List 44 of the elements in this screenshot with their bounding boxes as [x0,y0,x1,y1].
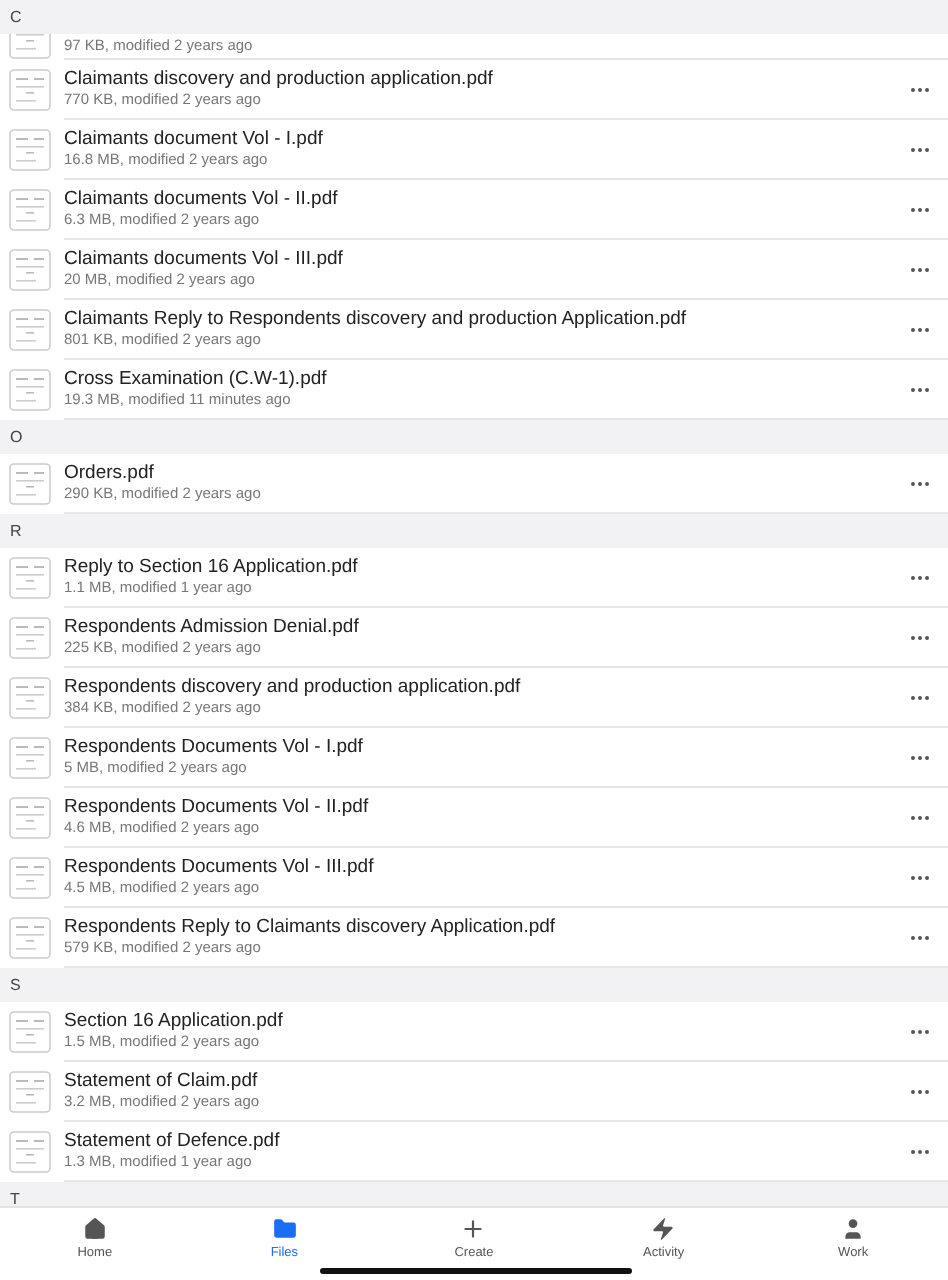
pdf-thumbnail-icon [8,188,52,232]
pdf-thumbnail-icon [8,556,52,600]
section-header: T [0,1182,948,1206]
file-name: Statement of Defence.pdf [64,1130,282,1152]
section-header: C [0,0,948,34]
pdf-thumbnail-icon [8,308,52,352]
pdf-thumbnail-icon [8,676,52,720]
file-name: Respondents Reply to Claimants discovery Application.pdf [64,916,558,938]
pdf-thumbnail-icon [8,248,52,292]
pdf-thumbnail-icon [8,856,52,900]
pdf-thumbnail-icon [8,368,52,412]
file-name: Orders.pdf [64,462,156,484]
file-name: Respondents Documents Vol - III.pdf [64,856,376,878]
file-name: Claimants document Vol - I.pdf [64,128,325,150]
file-name: Respondents Documents Vol - II.pdf [64,796,371,818]
file-name: Cross Examination (C.W-1).pdf [64,368,329,390]
pdf-thumbnail-icon [8,68,52,112]
pdf-thumbnail-icon [8,1010,52,1054]
pdf-thumbnail-icon [8,1130,52,1174]
pdf-thumbnail-icon [8,916,52,960]
folder-icon [271,1216,298,1242]
pdf-thumbnail-icon [8,796,52,840]
file-name: Claimants documents Vol - III.pdf [64,248,345,270]
pdf-thumbnail-icon [8,616,52,660]
pdf-thumbnail-icon [8,1070,52,1114]
home-icon [81,1216,108,1242]
file-name: Reply to Section 16 Application.pdf [64,556,360,578]
pdf-thumbnail-icon [8,736,52,780]
lightning-icon [650,1216,677,1242]
section-header: O [0,420,948,454]
section-header: R [0,514,948,548]
pdf-thumbnail-icon [8,462,52,506]
file-name: Statement of Claim.pdf [64,1070,260,1092]
section-header: S [0,968,948,1002]
file-name: Claimants Reply to Respondents discovery and production Application.pdf [64,308,689,330]
file-name: Section 16 Application.pdf [64,1010,285,1032]
file-name: Respondents Admission Denial.pdf [64,616,361,638]
plus-icon [460,1216,487,1242]
pdf-thumbnail-icon [8,128,52,172]
file-name: Respondents Documents Vol - I.pdf [64,736,365,758]
file-name: Respondents discovery and production application.pdf [64,676,523,698]
file-name: Claimants discovery and production application.pdf [64,68,495,90]
person-icon [840,1216,867,1242]
file-name: Claimants documents Vol - II.pdf [64,188,340,210]
